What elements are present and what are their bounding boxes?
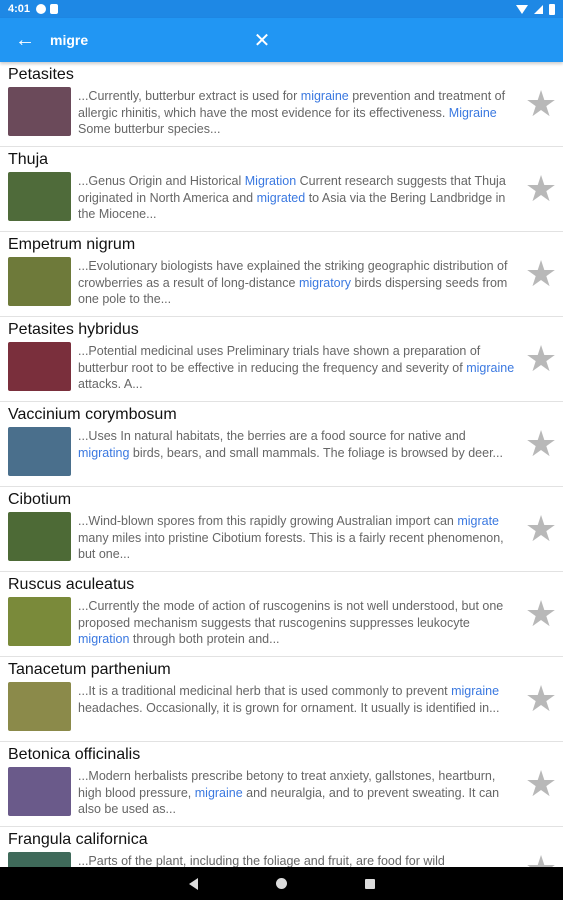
result-title: Petasites hybridus <box>8 321 139 338</box>
result-snippet: ...Evolutionary biologists have explaine… <box>78 258 520 308</box>
result-title: Frangula californica <box>8 831 148 848</box>
snippet-text: ...Genus Origin and Historical <box>78 174 245 188</box>
result-title: Tanacetum parthenium <box>8 661 171 678</box>
list-item[interactable]: Cibotium ...Wind-blown spores from this r… <box>0 487 563 572</box>
plant-thumbnail <box>8 682 71 731</box>
plant-thumbnail <box>8 172 71 221</box>
system-navigation-bar <box>0 867 563 900</box>
match-highlight: migraine <box>300 89 349 103</box>
search-input[interactable] <box>50 32 240 48</box>
star-icon[interactable]: ★ <box>523 509 559 549</box>
nav-recents-icon[interactable] <box>364 878 375 889</box>
result-snippet: ...Parts of the plant, including the fol… <box>78 853 520 867</box>
snippet-text: ...Uses In natural habitats, the berries… <box>78 429 466 443</box>
match-highlight: Migraine <box>448 105 497 120</box>
plant-thumbnail <box>8 767 71 816</box>
match-highlight: migraine <box>194 785 243 800</box>
snippet-text: attacks. A... <box>78 377 143 391</box>
list-item[interactable]: Ruscus aculeatus ...Currently the mode of… <box>0 572 563 657</box>
result-snippet: ...Modern herbalists prescribe betony to… <box>78 768 520 818</box>
list-item[interactable]: Petasites hybridus ...Potential medicinal… <box>0 317 563 402</box>
snippet-text: birds, bears, and small mammals. The fol… <box>129 445 503 460</box>
plant-thumbnail <box>8 512 71 561</box>
snippet-text: ...Potential medicinal uses Preliminary … <box>78 344 481 375</box>
match-highlight: migratory <box>298 275 352 290</box>
list-item[interactable]: Vaccinium corymbosum ...Uses In natural h… <box>0 402 563 487</box>
plant-thumbnail <box>8 852 71 867</box>
arrow-left-icon[interactable]: ← <box>0 18 50 62</box>
plant-thumbnail <box>8 597 71 646</box>
status-time: 4:01 <box>8 3 31 15</box>
nav-back-icon[interactable] <box>188 877 198 890</box>
result-title: Vaccinium corymbosum <box>8 406 177 423</box>
plant-thumbnail <box>8 342 71 391</box>
snippet-text: ...Wind-blown spores from this rapidly g… <box>78 514 458 528</box>
star-icon[interactable]: ★ <box>523 169 559 209</box>
result-snippet: ...Currently, butterbur extract is used … <box>78 88 520 138</box>
result-title: Cibotium <box>8 491 72 508</box>
result-snippet: ...Wind-blown spores from this rapidly g… <box>78 513 520 563</box>
result-title: Thuja <box>8 151 49 168</box>
close-icon[interactable]: ✕ <box>240 18 284 62</box>
star-icon[interactable]: ★ <box>523 254 559 294</box>
snippet-text: headaches. Occasionally, it is grown for… <box>78 700 500 715</box>
result-title: Betonica officinalis <box>8 746 141 763</box>
list-item[interactable]: Petasites ...Currently, butterbur extract… <box>0 62 563 147</box>
star-icon[interactable]: ★ <box>523 424 559 464</box>
result-snippet: ...Uses In natural habitats, the berries… <box>78 428 520 461</box>
list-item[interactable]: Betonica officinalis ...Modern herbalists… <box>0 742 563 827</box>
status-bar: 4:01 <box>0 0 563 18</box>
match-highlight: Migration <box>244 174 297 188</box>
star-icon[interactable]: ★ <box>523 84 559 124</box>
battery-icon <box>549 3 555 15</box>
search-results-list[interactable]: Petasites ...Currently, butterbur extract… <box>0 62 563 867</box>
plant-thumbnail <box>8 257 71 306</box>
snippet-text: ...Parts of the plant, including the fol… <box>78 854 445 867</box>
snippet-text: ...Currently, butterbur extract is used … <box>78 89 301 103</box>
signal-icon <box>534 4 543 14</box>
star-icon[interactable]: ★ <box>523 594 559 634</box>
plant-thumbnail <box>8 87 71 136</box>
star-icon[interactable]: ★ <box>523 679 559 719</box>
star-icon[interactable]: ★ <box>523 764 559 804</box>
result-title: Empetrum nigrum <box>8 236 136 253</box>
match-highlight: migration <box>78 632 130 646</box>
result-snippet: ...Currently the mode of action of rusco… <box>78 598 520 648</box>
match-highlight: migrating <box>78 445 130 460</box>
storage-notification-icon <box>50 4 59 14</box>
search-bar: ← ✕ <box>0 18 563 62</box>
list-item[interactable]: Thuja ...Genus Origin and Historical Migr… <box>0 147 563 232</box>
star-icon[interactable]: ★ <box>523 849 559 868</box>
nav-home-icon[interactable] <box>275 878 287 889</box>
result-snippet: ...It is a traditional medicinal herb th… <box>78 683 520 716</box>
result-snippet: ...Genus Origin and Historical Migration… <box>78 173 520 223</box>
match-highlight: migraine <box>466 360 515 375</box>
result-title: Ruscus aculeatus <box>8 576 135 593</box>
list-item[interactable]: Empetrum nigrum ...Evolutionary biologist… <box>0 232 563 317</box>
match-highlight: migraine <box>451 684 500 698</box>
snippet-text: Some butterbur species... <box>78 122 221 136</box>
list-item[interactable]: Tanacetum parthenium ...It is a tradition… <box>0 657 563 742</box>
snippet-text: ...Currently the mode of action of rusco… <box>78 599 504 630</box>
list-item[interactable]: Frangula californica ...Parts of the plan… <box>0 827 563 867</box>
result-snippet: ...Potential medicinal uses Preliminary … <box>78 343 520 393</box>
app-notification-icon <box>36 4 47 14</box>
snippet-text: through both protein and... <box>129 632 280 646</box>
match-highlight: migrated <box>256 190 306 205</box>
wifi-icon <box>516 4 528 14</box>
snippet-text: ...It is a traditional medicinal herb th… <box>78 684 452 698</box>
match-highlight: migrate <box>457 514 500 528</box>
snippet-text: many miles into pristine Cibotium forest… <box>78 530 504 562</box>
plant-thumbnail <box>8 427 71 476</box>
result-title: Petasites <box>8 66 74 83</box>
star-icon[interactable]: ★ <box>523 339 559 379</box>
